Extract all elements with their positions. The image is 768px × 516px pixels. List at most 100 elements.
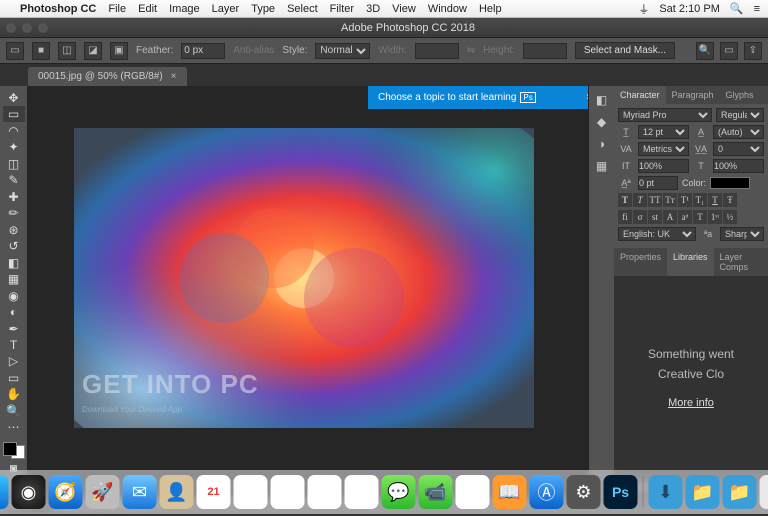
dock-launchpad[interactable]: 🚀 (86, 475, 120, 509)
color-swatch[interactable] (3, 442, 25, 459)
document-tab[interactable]: 00015.jpg @ 50% (RGB/8#) × (28, 67, 187, 86)
tab-properties[interactable]: Properties (614, 248, 667, 276)
menu-select[interactable]: Select (287, 3, 318, 15)
vscale-input[interactable] (638, 159, 689, 173)
tool-move[interactable]: ✥ (3, 90, 25, 105)
menu-3d[interactable]: 3D (366, 3, 380, 15)
hscale-input[interactable] (713, 159, 764, 173)
dock-ibooks[interactable]: 📖 (493, 475, 527, 509)
dock-appstore[interactable]: Ⓐ (530, 475, 564, 509)
tool-blur[interactable]: ◉ (3, 288, 25, 303)
dock-maps[interactable]: ▦ (308, 475, 342, 509)
dock-photos[interactable]: ✿ (345, 475, 379, 509)
libraries-more-info-link[interactable]: More info (668, 397, 714, 409)
menu-type[interactable]: Type (251, 3, 275, 15)
font-size-select[interactable]: 12 pt (638, 125, 689, 139)
menu-file[interactable]: File (108, 3, 126, 15)
tool-brush[interactable]: ✏ (3, 205, 25, 220)
tab-libraries[interactable]: Libraries (667, 248, 714, 276)
kerning-select[interactable]: Metrics (638, 142, 689, 156)
tracking-select[interactable]: 0 (713, 142, 764, 156)
spotlight-icon[interactable]: 🔍 (730, 2, 744, 15)
tool-eyedropper[interactable]: ✎ (3, 172, 25, 187)
dock-mail[interactable]: ✉ (123, 475, 157, 509)
tool-edit-toolbar[interactable]: ⋯ (3, 420, 25, 435)
italic-button[interactable]: T (633, 193, 647, 207)
dock-itunes[interactable]: ♪ (456, 475, 490, 509)
styles-panel-icon[interactable]: ▦ (592, 156, 612, 176)
superscript-button[interactable]: T¹ (678, 193, 692, 207)
intersect-selection-icon[interactable]: ▣ (110, 42, 128, 60)
minimize-window-button[interactable] (22, 23, 32, 33)
tool-hand[interactable]: ✋ (3, 387, 25, 402)
tool-dodge[interactable]: ◐ (3, 304, 25, 319)
dock-folder1[interactable]: 📁 (686, 475, 720, 509)
tool-gradient[interactable]: ▦ (3, 271, 25, 286)
tool-eraser[interactable]: ◧ (3, 255, 25, 270)
leading-select[interactable]: (Auto) (713, 125, 764, 139)
adjustments-panel-icon[interactable]: ◑ (592, 134, 612, 154)
tab-layer-comps[interactable]: Layer Comps (714, 248, 768, 276)
feather-input[interactable] (181, 43, 225, 59)
swatches-panel-icon[interactable]: ◆ (592, 112, 612, 132)
ordinals-button[interactable]: aᵈ (678, 210, 692, 224)
dock-folder2[interactable]: 📁 (723, 475, 757, 509)
close-window-button[interactable] (6, 23, 16, 33)
notifications-icon[interactable]: ≡ (754, 3, 760, 15)
tool-quick-select[interactable]: ✦ (3, 139, 25, 154)
tool-lasso[interactable]: ◠ (3, 123, 25, 138)
search-icon[interactable]: 🔍 (696, 42, 714, 60)
dock-dashboard[interactable]: ◉ (12, 475, 46, 509)
tool-healing[interactable]: ✚ (3, 189, 25, 204)
maximize-window-button[interactable] (38, 23, 48, 33)
wifi-icon[interactable]: ⏚ (638, 1, 649, 17)
smallcaps-button[interactable]: Tᴛ (663, 193, 677, 207)
strike-button[interactable]: Ŧ (723, 193, 737, 207)
font-family-select[interactable]: Myriad Pro (618, 108, 712, 122)
style-select[interactable]: Normal (315, 43, 370, 59)
tool-history-brush[interactable]: ↺ (3, 238, 25, 253)
stylistic-button[interactable]: st (648, 210, 662, 224)
tool-clone[interactable]: ⊛ (3, 222, 25, 237)
tool-preset-icon[interactable]: ▭ (6, 42, 24, 60)
menu-edit[interactable]: Edit (138, 3, 157, 15)
text-color-swatch[interactable] (710, 177, 750, 189)
arrange-icon[interactable]: ▭ (720, 42, 738, 60)
allcaps-button[interactable]: TT (648, 193, 662, 207)
dock-notes[interactable]: ✎ (234, 475, 268, 509)
titling-button[interactable]: A (663, 210, 677, 224)
oldstyle-button[interactable]: σ (633, 210, 647, 224)
select-and-mask-button[interactable]: Select and Mask... (575, 42, 675, 59)
app-menu[interactable]: Photoshop CC (20, 3, 96, 15)
ligature-button[interactable]: fi (618, 210, 632, 224)
menu-layer[interactable]: Layer (212, 3, 240, 15)
dock-safari[interactable]: 🧭 (49, 475, 83, 509)
tool-zoom[interactable]: 🔍 (3, 403, 25, 418)
bold-button[interactable]: T (618, 193, 632, 207)
color-panel-icon[interactable]: ◧ (592, 90, 612, 110)
clock[interactable]: Sat 2:10 PM (659, 3, 720, 15)
menu-view[interactable]: View (392, 3, 416, 15)
subtract-selection-icon[interactable]: ◪ (84, 42, 102, 60)
tab-paragraph[interactable]: Paragraph (666, 86, 720, 104)
new-selection-icon[interactable]: ■ (32, 42, 50, 60)
dock-finder[interactable]: ☻ (0, 475, 9, 509)
close-document-icon[interactable]: × (171, 71, 177, 82)
subscript-button[interactable]: T₁ (693, 193, 707, 207)
menu-help[interactable]: Help (479, 3, 502, 15)
add-selection-icon[interactable]: ◫ (58, 42, 76, 60)
dock-photoshop[interactable]: Ps (604, 475, 638, 509)
canvas-area[interactable]: GET INTO PC Download Your Desired App Ch… (28, 86, 588, 496)
dock-contacts[interactable]: 👤 (160, 475, 194, 509)
dock-preferences[interactable]: ⚙ (567, 475, 601, 509)
language-select[interactable]: English: UK (618, 227, 696, 241)
antialias-select[interactable]: Sharp (720, 227, 764, 241)
half-button[interactable]: ½ (723, 210, 737, 224)
dock-downloads[interactable]: ⬇ (649, 475, 683, 509)
tool-path[interactable]: ▷ (3, 354, 25, 369)
fractions-button[interactable]: T (693, 210, 707, 224)
tool-pen[interactable]: ✒ (3, 321, 25, 336)
dock-reminders[interactable]: ☑ (271, 475, 305, 509)
close-tooltip-icon[interactable]: × (586, 92, 588, 103)
dock-trash[interactable]: 🗑 (760, 475, 768, 509)
